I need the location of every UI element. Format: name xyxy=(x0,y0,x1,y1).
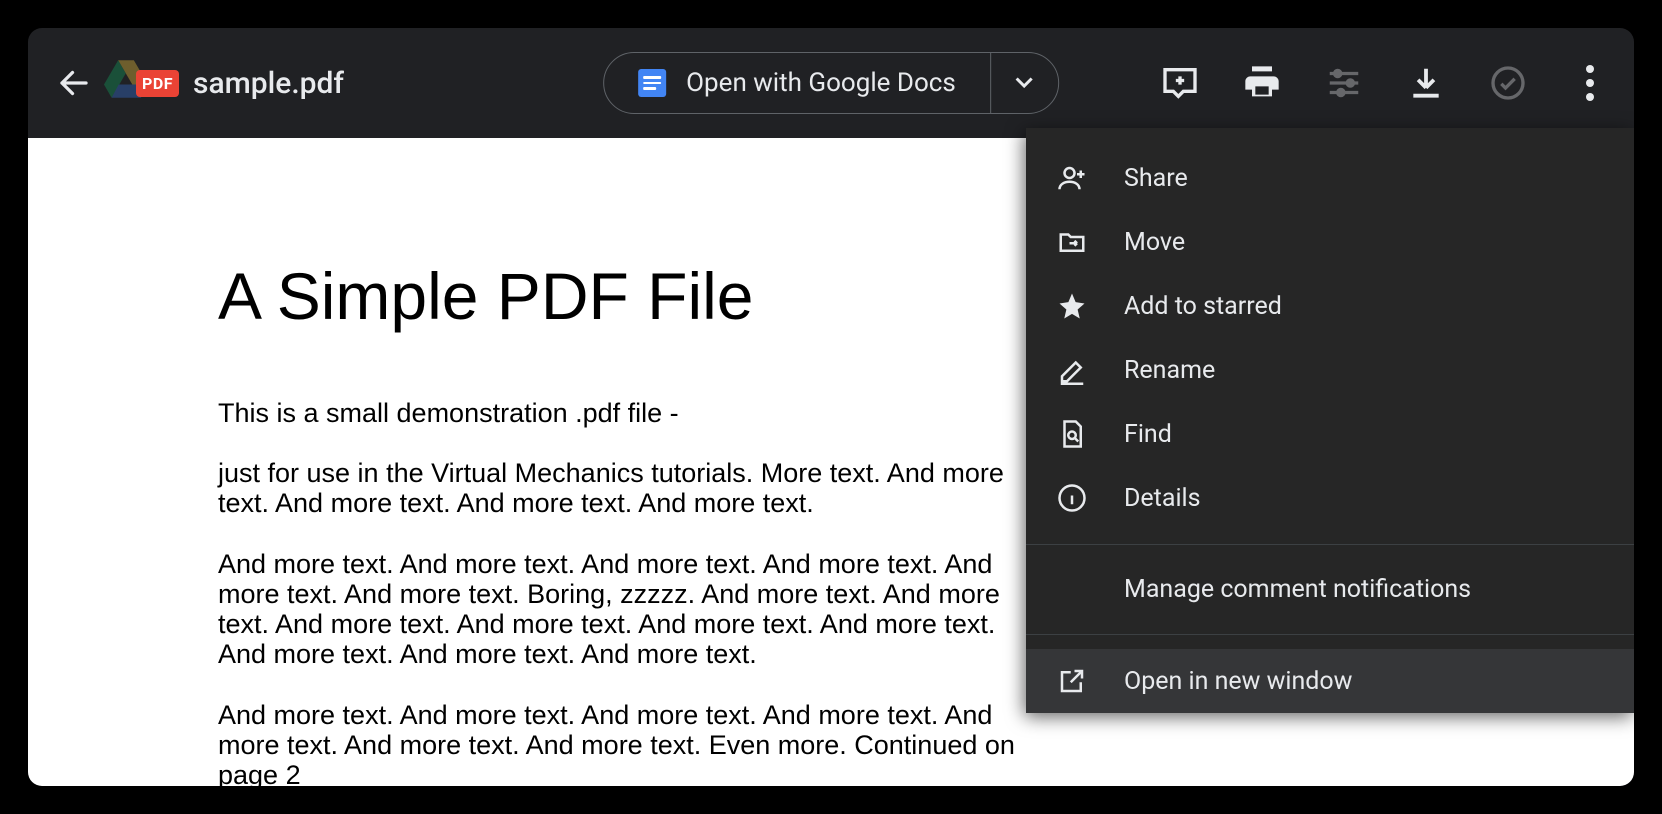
menu-item-move[interactable]: Move xyxy=(1026,210,1634,274)
document-paragraph: And more text. And more text. And more t… xyxy=(218,700,1038,786)
pencil-icon xyxy=(1056,354,1088,386)
menu-item-open-in-new-window[interactable]: Open in new window xyxy=(1026,649,1634,713)
menu-label: Details xyxy=(1124,484,1201,513)
check-circle-icon xyxy=(1486,61,1530,105)
document-paragraph: just for use in the Virtual Mechanics tu… xyxy=(218,458,1038,518)
menu-item-manage-comment-notifications[interactable]: Manage comment notifications xyxy=(1026,559,1634,620)
open-with-label: Open with Google Docs xyxy=(686,68,956,98)
menu-label: Move xyxy=(1124,228,1185,257)
open-with-dropdown-button[interactable] xyxy=(990,52,1058,114)
more-options-button[interactable] xyxy=(1568,61,1612,105)
menu-label: Share xyxy=(1124,164,1188,193)
open-with-google-docs-button[interactable]: Open with Google Docs xyxy=(604,68,990,98)
menu-item-details[interactable]: Details xyxy=(1026,466,1634,530)
menu-label: Find xyxy=(1124,420,1172,449)
menu-label: Open in new window xyxy=(1124,667,1352,696)
person-add-icon xyxy=(1056,162,1088,194)
tune-button[interactable] xyxy=(1322,61,1366,105)
menu-item-add-to-starred[interactable]: Add to starred xyxy=(1026,274,1634,338)
document-paragraph: This is a small demonstration .pdf file … xyxy=(218,398,1038,428)
google-docs-icon xyxy=(638,69,666,97)
menu-label: Add to starred xyxy=(1124,292,1282,321)
menu-item-rename[interactable]: Rename xyxy=(1026,338,1634,402)
find-in-page-icon xyxy=(1056,418,1088,450)
star-icon xyxy=(1056,290,1088,322)
print-button[interactable] xyxy=(1240,61,1284,105)
pdf-badge: PDF xyxy=(136,70,179,97)
folder-move-icon xyxy=(1056,226,1088,258)
download-button[interactable] xyxy=(1404,61,1448,105)
menu-item-share[interactable]: Share xyxy=(1026,146,1634,210)
menu-label: Manage comment notifications xyxy=(1124,575,1471,604)
document-paragraph: And more text. And more text. And more t… xyxy=(218,549,1038,670)
open-in-new-icon xyxy=(1056,665,1088,697)
header-bar: PDF sample.pdf Open with Google Docs xyxy=(28,28,1634,138)
more-options-menu: Share Move Add to starred Rename Find xyxy=(1026,128,1634,713)
menu-item-find[interactable]: Find xyxy=(1026,402,1634,466)
chevron-down-icon xyxy=(1015,77,1033,89)
info-icon xyxy=(1056,482,1088,514)
add-comment-button[interactable] xyxy=(1158,61,1202,105)
menu-label: Rename xyxy=(1124,356,1215,385)
back-button[interactable] xyxy=(50,59,98,107)
filename[interactable]: sample.pdf xyxy=(193,66,344,101)
open-with-pill: Open with Google Docs xyxy=(603,52,1059,114)
